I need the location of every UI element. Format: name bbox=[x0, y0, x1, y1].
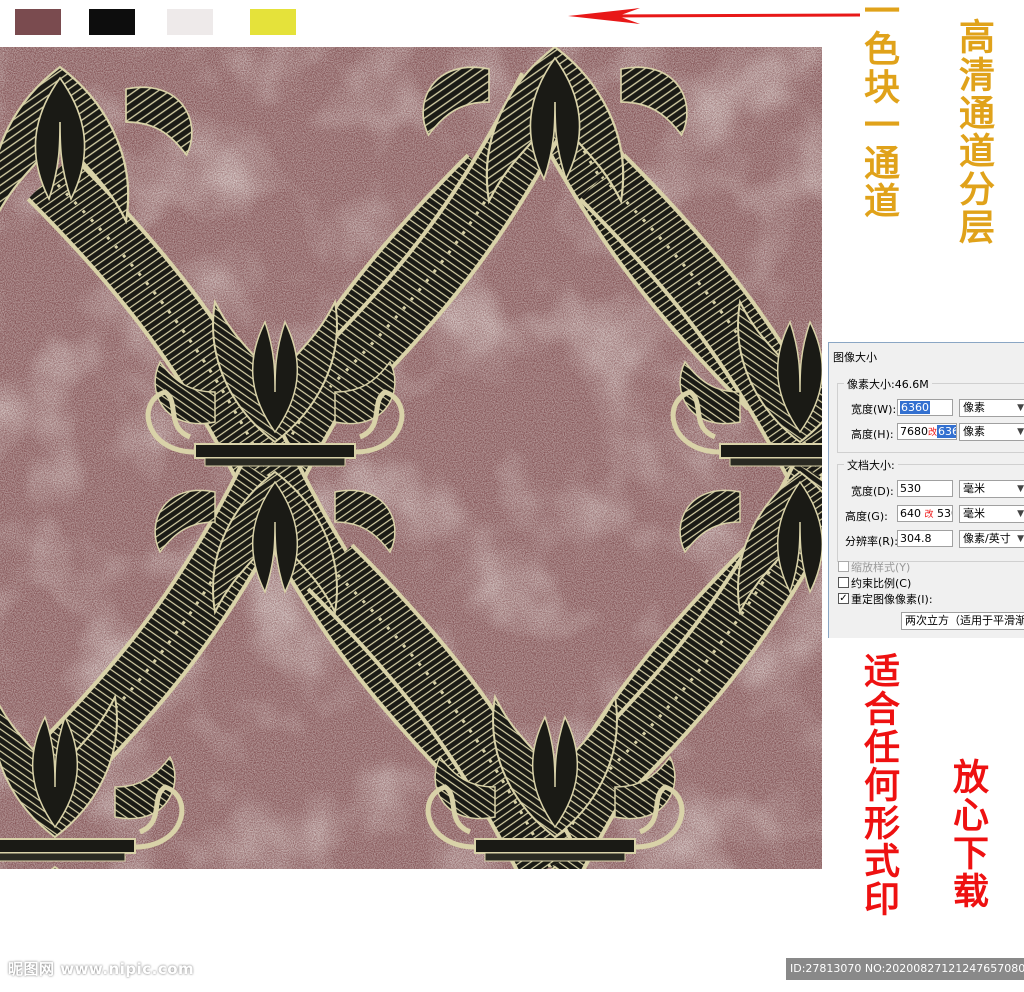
image-size-dialog: 图像大小 像素大小:46.6M 宽度(W): 6360 像素 ▼ 高度(H): 7… bbox=[828, 342, 1024, 638]
hd-channel-annotation: 高清通道分层 bbox=[953, 18, 995, 246]
download-annotation: 放心下载 bbox=[947, 758, 989, 910]
chevron-down-icon: ▼ bbox=[1017, 509, 1024, 519]
width-label: 宽度(W): bbox=[851, 403, 897, 416]
chevron-down-icon: ▼ bbox=[1017, 403, 1024, 413]
dialog-title: 图像大小 bbox=[833, 351, 877, 364]
chevron-down-icon: ▼ bbox=[1017, 484, 1024, 494]
resolution-unit-select[interactable]: 像素/英寸 ▼ bbox=[959, 530, 1024, 548]
color-swatch-brown bbox=[15, 9, 61, 35]
resample-checkbox[interactable]: ✓ bbox=[838, 593, 849, 604]
damask-pattern-image bbox=[0, 47, 822, 869]
doc-height-label: 高度(G): bbox=[845, 510, 888, 523]
resample-method-select[interactable]: 两次立方（适用于平滑渐变 bbox=[901, 612, 1024, 630]
site-watermark: 昵图网 www.nipic.com bbox=[8, 960, 195, 978]
color-swatch-white bbox=[167, 9, 213, 35]
doc-width-unit-select[interactable]: 毫米 ▼ bbox=[959, 480, 1024, 498]
width-unit-select[interactable]: 像素 ▼ bbox=[959, 399, 1024, 417]
check-icon: ✓ bbox=[839, 593, 848, 604]
doc-width-input[interactable]: 530 bbox=[897, 480, 953, 497]
pixel-size-label: 像素大小:46.6M bbox=[844, 376, 932, 392]
pixel-size-group: 像素大小:46.6M bbox=[837, 376, 1024, 453]
scale-styles-label: 缩放样式(Y) bbox=[851, 561, 911, 574]
chevron-down-icon: ▼ bbox=[1017, 534, 1024, 544]
height-unit-select[interactable]: 像素 ▼ bbox=[959, 423, 1024, 441]
doc-height-input[interactable]: 640 改 530 bbox=[897, 505, 953, 522]
scale-styles-checkbox[interactable] bbox=[838, 561, 849, 572]
height-input[interactable]: 7680改6360 bbox=[897, 423, 957, 440]
color-block-annotation: 一色块一通道 bbox=[858, 0, 900, 220]
constrain-proportions-checkbox[interactable] bbox=[838, 577, 849, 588]
document-size-label: 文档大小: bbox=[844, 457, 898, 473]
width-input[interactable]: 6360 bbox=[897, 399, 953, 416]
color-swatch-black bbox=[89, 9, 135, 35]
color-swatch-yellow bbox=[250, 9, 296, 35]
constrain-proportions-label: 约束比例(C) bbox=[851, 577, 912, 590]
red-arrow-icon bbox=[568, 8, 861, 24]
chevron-down-icon: ▼ bbox=[1017, 427, 1024, 437]
resample-label: 重定图像像素(I): bbox=[851, 593, 933, 606]
resolution-label: 分辨率(R): bbox=[845, 535, 898, 548]
resolution-input[interactable]: 304.8 bbox=[897, 530, 953, 547]
doc-height-unit-select[interactable]: 毫米 ▼ bbox=[959, 505, 1024, 523]
suitable-print-annotation: 适合任何形式印 bbox=[858, 652, 900, 918]
height-label: 高度(H): bbox=[851, 428, 894, 441]
image-id-bar: ID:27813070 NO:20200827121247657080 bbox=[786, 958, 1024, 980]
doc-width-label: 宽度(D): bbox=[851, 485, 894, 498]
